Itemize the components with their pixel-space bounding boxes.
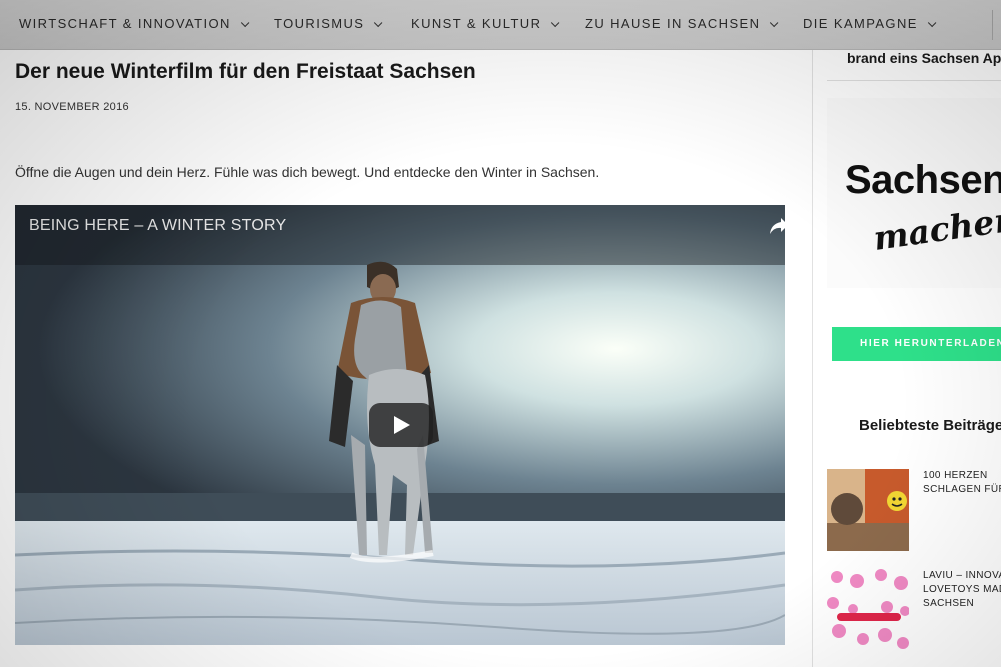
top-navigation: WIRTSCHAFT & INNOVATION TOURISMUS KUNST … (0, 0, 1001, 50)
nav-item-tourismus[interactable]: TOURISMUS (274, 16, 383, 34)
nav-item-kampagne[interactable]: DIE KAMPAGNE (803, 16, 937, 34)
sidebar-rule (827, 80, 1001, 81)
promo-line2: machen! (871, 197, 1001, 258)
nav-item-label: KUNST & KULTUR (411, 16, 542, 31)
post-title[interactable]: LAVIU – INNOVA LOVETOYS MADE SACHSEN (923, 569, 1001, 611)
promo-banner[interactable]: Sachsen machen! (827, 98, 1001, 288)
nav-item-zu-hause[interactable]: ZU HAUSE IN SACHSEN (585, 16, 779, 34)
sidebar-title[interactable]: brand eins Sachsen Ap (847, 50, 1001, 66)
main-content: Der neue Winterfilm für den Freistaat Sa… (0, 50, 812, 667)
article-date: 15. NOVEMBER 2016 (15, 101, 129, 113)
nav-item-label: ZU HAUSE IN SACHSEN (585, 16, 761, 31)
nav-divider (992, 10, 993, 40)
nav-item-label: DIE KAMPAGNE (803, 16, 918, 31)
chevron-down-icon (551, 18, 560, 28)
nav-item-label: WIRTSCHAFT & INNOVATION (19, 16, 231, 31)
chevron-down-icon (374, 18, 383, 28)
post-thumbnail[interactable] (827, 469, 909, 551)
article-title: Der neue Winterfilm für den Freistaat Sa… (15, 60, 476, 83)
popular-post-item[interactable]: 100 HERZEN SCHLAGEN FÜR... (827, 469, 1001, 551)
nav-item-kunst-kultur[interactable]: KUNST & KULTUR (411, 16, 560, 34)
article-lead: Öffne die Augen und dein Herz. Fühle was… (15, 164, 600, 180)
video-title: BEING HERE – A WINTER STORY (29, 217, 287, 234)
post-thumbnail[interactable] (827, 569, 909, 651)
download-button[interactable]: HIER HERUNTERLADEN (832, 327, 1001, 361)
nav-item-label: TOURISMUS (274, 16, 365, 31)
nav-item-wirtschaft[interactable]: WIRTSCHAFT & INNOVATION (19, 16, 250, 34)
sidebar: brand eins Sachsen Ap Sachsen machen! HI… (813, 50, 1001, 667)
play-icon (394, 416, 410, 434)
promo-line1: Sachsen (845, 158, 1001, 202)
chevron-down-icon (770, 18, 779, 28)
popular-posts-heading: Beliebteste Beiträge (859, 417, 1001, 434)
post-title[interactable]: 100 HERZEN SCHLAGEN FÜR... (923, 469, 1001, 497)
chevron-down-icon (927, 18, 937, 28)
video-player[interactable]: BEING HERE – A WINTER STORY (15, 205, 785, 645)
chevron-down-icon (240, 18, 250, 28)
play-button[interactable] (369, 403, 433, 447)
popular-post-item[interactable]: LAVIU – INNOVA LOVETOYS MADE SACHSEN (827, 569, 1001, 651)
